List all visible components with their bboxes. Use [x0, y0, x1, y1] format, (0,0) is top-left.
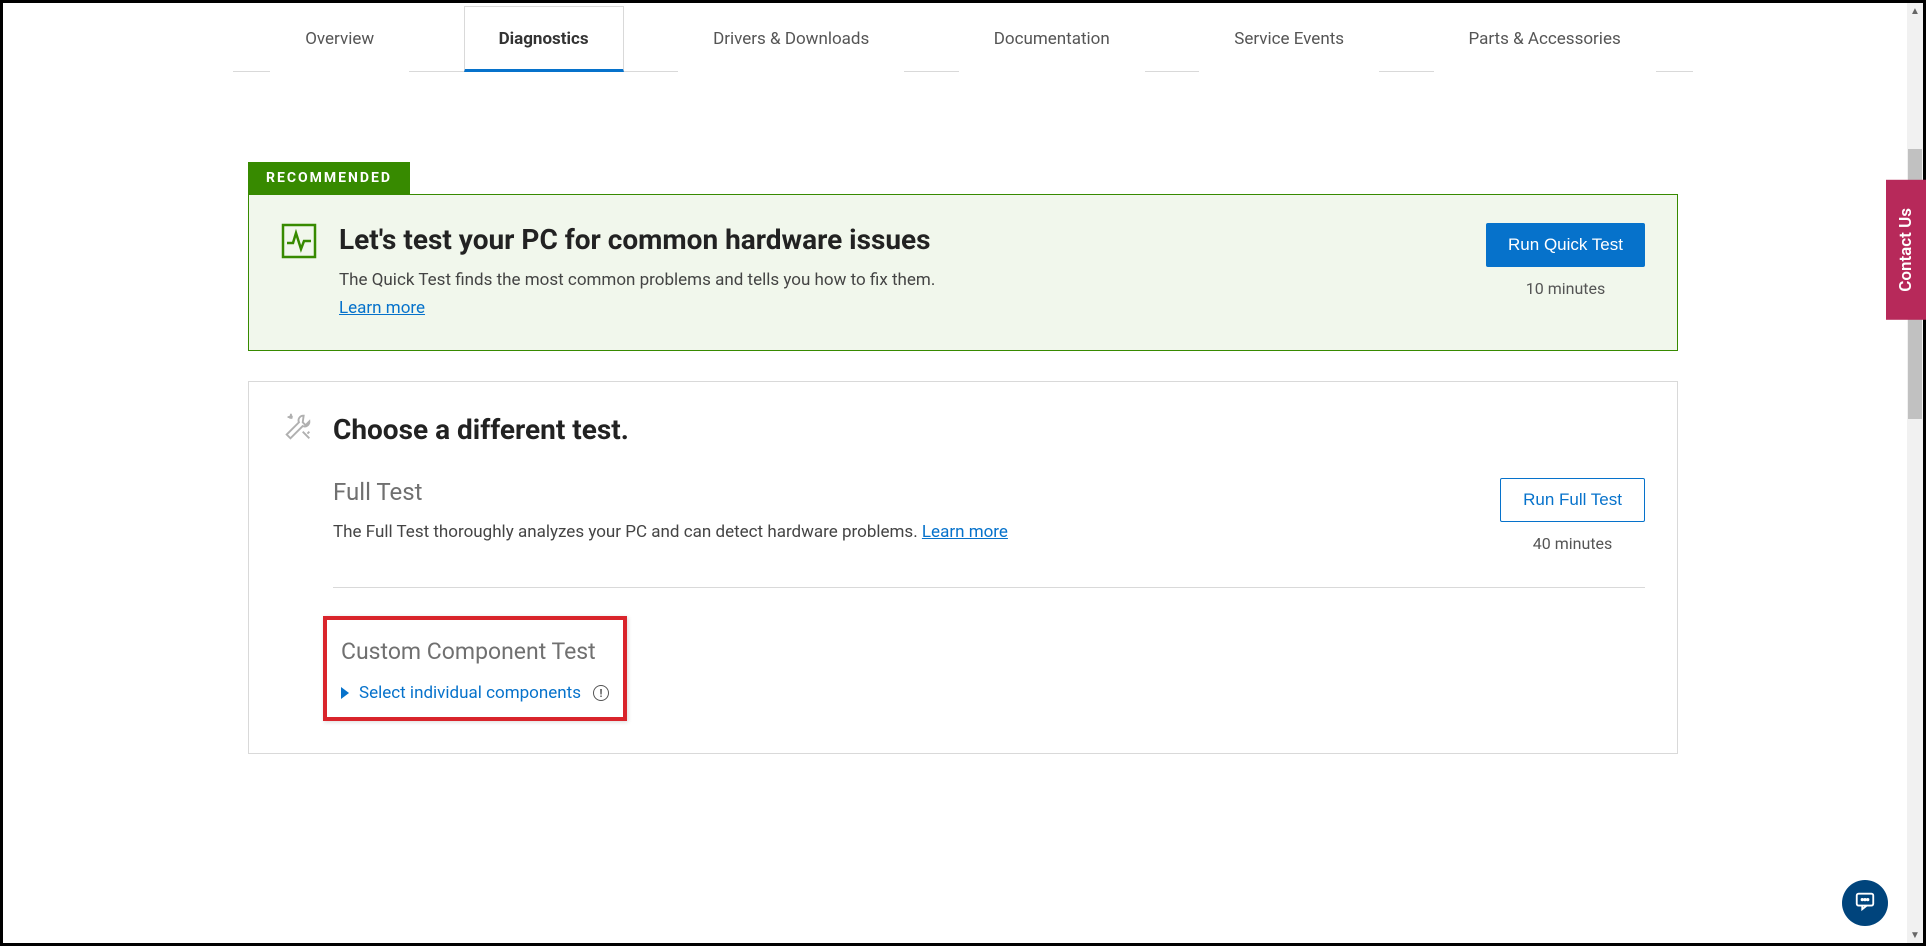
contact-us-tab[interactable]: Contact Us — [1886, 180, 1926, 320]
info-icon[interactable]: ! — [593, 685, 609, 701]
choose-test-panel: Choose a different test. Full Test The F… — [248, 381, 1678, 754]
full-test-title: Full Test — [333, 478, 1008, 506]
tab-diagnostics[interactable]: Diagnostics — [464, 6, 624, 72]
choose-test-title: Choose a different test. — [333, 413, 629, 446]
chat-button[interactable] — [1842, 880, 1888, 926]
tab-bar: Overview Diagnostics Drivers & Downloads… — [233, 5, 1693, 72]
tab-label: Diagnostics — [499, 29, 589, 49]
tab-label: Overview — [305, 29, 374, 49]
tab-label: Documentation — [994, 29, 1110, 49]
heartbeat-icon — [281, 223, 317, 318]
run-quick-test-button[interactable]: Run Quick Test — [1486, 223, 1645, 267]
tab-overview[interactable]: Overview — [270, 6, 409, 72]
scroll-track[interactable] — [1907, 19, 1923, 927]
tab-label: Drivers & Downloads — [713, 29, 869, 49]
quick-test-title: Let's test your PC for common hardware i… — [339, 223, 935, 256]
select-components-row[interactable]: Select individual components ! — [341, 683, 609, 703]
full-test-learn-more-link[interactable]: Learn more — [922, 522, 1008, 542]
full-test-description: The Full Test thoroughly analyzes your P… — [333, 522, 1008, 542]
full-test-row: Full Test The Full Test thoroughly analy… — [333, 478, 1645, 553]
tools-icon — [281, 410, 315, 448]
quick-test-panel: Let's test your PC for common hardware i… — [248, 194, 1678, 351]
tab-label: Parts & Accessories — [1469, 29, 1621, 49]
recommended-badge: RECOMMENDED — [248, 162, 410, 194]
scroll-up-icon[interactable]: ▲ — [1907, 3, 1923, 19]
quick-test-description: The Quick Test finds the most common pro… — [339, 270, 935, 290]
quick-test-learn-more-link[interactable]: Learn more — [339, 298, 425, 318]
tab-documentation[interactable]: Documentation — [959, 6, 1145, 72]
quick-test-duration: 10 minutes — [1486, 279, 1645, 298]
chat-icon — [1854, 890, 1876, 916]
tab-service-events[interactable]: Service Events — [1199, 6, 1379, 72]
scroll-down-icon[interactable]: ▼ — [1907, 927, 1923, 943]
scrollbar[interactable]: ▲ ▼ — [1907, 3, 1923, 943]
tab-parts-accessories[interactable]: Parts & Accessories — [1434, 6, 1656, 72]
expand-right-icon — [341, 687, 349, 699]
tab-drivers-downloads[interactable]: Drivers & Downloads — [678, 6, 904, 72]
full-test-duration: 40 minutes — [1500, 534, 1645, 553]
divider — [333, 587, 1645, 588]
recommended-label: RECOMMENDED — [266, 170, 392, 186]
run-full-test-button[interactable]: Run Full Test — [1500, 478, 1645, 522]
select-components-link[interactable]: Select individual components — [359, 683, 581, 703]
custom-component-test-title: Custom Component Test — [341, 638, 609, 665]
custom-component-test-highlight: Custom Component Test Select individual … — [323, 616, 627, 721]
contact-us-label: Contact Us — [1896, 208, 1916, 292]
tab-label: Service Events — [1234, 29, 1344, 49]
